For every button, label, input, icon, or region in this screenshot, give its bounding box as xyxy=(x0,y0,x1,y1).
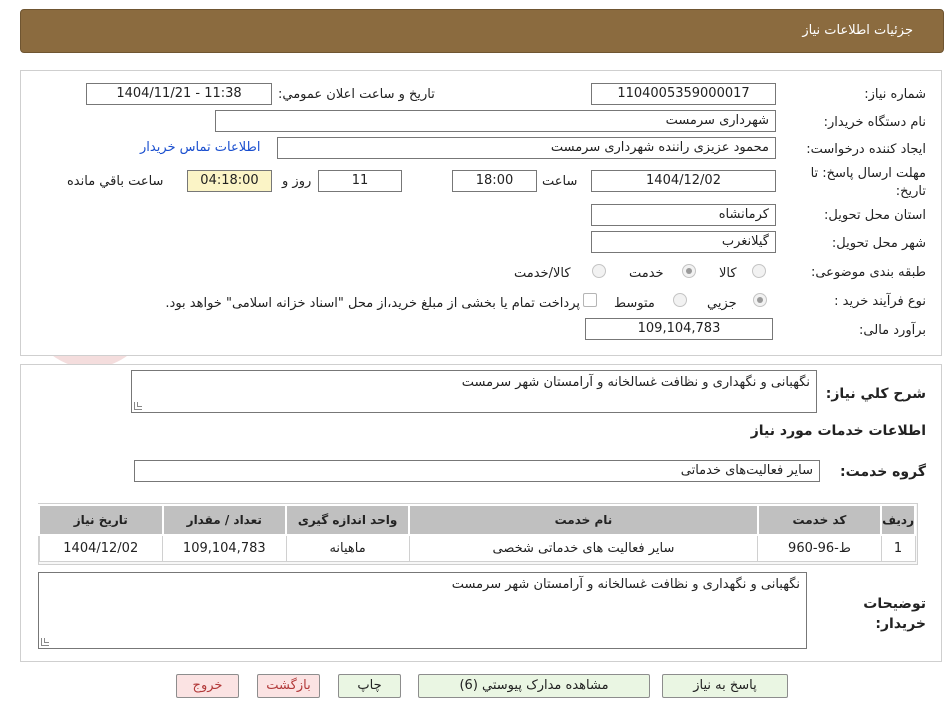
buyer-notes-text: نگهبانی و نگهداری و نظافت غسالخانه و آرا… xyxy=(451,577,800,592)
days-field: 11 xyxy=(318,170,402,192)
page-title: جزئیات اطلاعات نیاز xyxy=(802,23,913,38)
province-label: استان محل تحويل: xyxy=(824,208,926,223)
category-option-goods: کالا xyxy=(719,266,737,281)
announce-date-field: 1404/11/21 - 11:38 xyxy=(86,83,272,105)
category-radio-goods[interactable] xyxy=(752,264,766,278)
col-unit-header: واحد اندازه گيری xyxy=(285,504,411,536)
days-label: روز و xyxy=(282,174,312,189)
buyer-org-field: شهرداری سرمست xyxy=(215,110,776,132)
buyer-notes-textarea[interactable]: نگهبانی و نگهداری و نظافت غسالخانه و آرا… xyxy=(38,572,807,649)
process-label: نوع فرآيند خريد : xyxy=(834,294,926,309)
cell-unit: ماهیانه xyxy=(285,534,410,562)
process-option-minor: جزيي xyxy=(707,296,737,311)
city-field: گیلانغرب xyxy=(591,231,776,253)
buyer-contact-link[interactable]: اطلاعات تماس خريدار xyxy=(140,140,260,155)
announce-date-label: تاریخ و ساعت اعلان عمومي: xyxy=(278,87,435,102)
services-table: رديف کد خدمت نام خدمت واحد اندازه گيری ت… xyxy=(38,504,916,562)
col-row-header: رديف xyxy=(880,504,916,536)
service-group-label: گروه خدمت: xyxy=(840,464,926,480)
back-button[interactable]: بازگشت xyxy=(257,674,320,698)
remaining-time-field: 04:18:00 xyxy=(187,170,272,192)
service-group-field: ساير فعاليت‌های خدماتی xyxy=(134,460,820,482)
cell-name: سایر فعالیت های خدماتی شخصی xyxy=(408,534,759,562)
col-code-header: کد خدمت xyxy=(756,504,883,536)
services-section-title: اطلاعات خدمات مورد نياز xyxy=(750,423,926,439)
table-header-row: رديف کد خدمت نام خدمت واحد اندازه گيری ت… xyxy=(38,504,916,536)
category-radio-goods-service[interactable] xyxy=(592,264,606,278)
col-date-header: تاريخ نياز xyxy=(38,504,164,536)
buyer-notes-label: توضيحات خريدار: xyxy=(863,596,926,632)
treasury-payment-note: پرداخت تمام يا بخشی از مبلغ خريد،از محل … xyxy=(165,296,580,311)
requester-label: ايجاد کننده درخواست: xyxy=(806,142,926,157)
category-option-goods-service: کالا/خدمت xyxy=(514,266,571,281)
summary-label: شرح کلي نياز: xyxy=(825,386,926,402)
cell-row: 1 xyxy=(880,534,916,562)
process-radio-medium[interactable] xyxy=(673,293,687,307)
category-option-service: خدمت xyxy=(629,266,664,281)
need-number-label: شماره نیاز: xyxy=(864,87,926,102)
cell-date: 1404/12/02 xyxy=(38,534,163,562)
cell-qty: 109,104,783 xyxy=(162,534,287,562)
need-number-field: 1104005359000017 xyxy=(591,83,776,105)
treasury-payment-checkbox[interactable] xyxy=(583,293,597,307)
reply-button[interactable]: پاسخ به نياز xyxy=(662,674,788,698)
table-row: 1 ط-96-960 سایر فعالیت های خدماتی شخصی م… xyxy=(38,534,916,562)
city-label: شهر محل تحويل: xyxy=(831,236,926,251)
deadline-time-field: 18:00 xyxy=(452,170,537,192)
budget-label: برآورد مالی: xyxy=(859,323,926,338)
resize-grip-icon[interactable] xyxy=(41,638,49,646)
col-name-header: نام خدمت xyxy=(408,504,759,536)
summary-text: نگهبانی و نگهداری و نظافت غسالخانه و آرا… xyxy=(461,375,810,390)
deadline-time-label: ساعت xyxy=(542,174,578,189)
deadline-label: مهلت ارسال پاسخ: تا تاريخ: xyxy=(810,166,926,199)
resize-grip-icon[interactable] xyxy=(134,402,142,410)
deadline-date-field: 1404/12/02 xyxy=(591,170,776,192)
remaining-time-label: ساعت باقي مانده xyxy=(67,174,164,189)
cell-code: ط-96-960 xyxy=(757,534,882,562)
category-label: طبقه بندی موضوعی: xyxy=(810,265,926,280)
province-field: کرمانشاه xyxy=(591,204,776,226)
print-button[interactable]: چاپ xyxy=(338,674,401,698)
view-attachments-button[interactable]: مشاهده مدارک پيوستي (6) xyxy=(418,674,650,698)
buyer-org-label: نام دستگاه خريدار: xyxy=(823,115,926,130)
summary-textarea[interactable]: نگهبانی و نگهداری و نظافت غسالخانه و آرا… xyxy=(131,370,817,413)
page-header: جزئیات اطلاعات نیاز xyxy=(20,9,944,53)
budget-field: 109,104,783 xyxy=(585,318,773,340)
requester-field: محمود عزیزی راننده شهرداری سرمست xyxy=(277,137,776,159)
process-radio-minor[interactable] xyxy=(753,293,767,307)
category-radio-service[interactable] xyxy=(682,264,696,278)
process-option-medium: متوسط xyxy=(614,296,655,311)
exit-button[interactable]: خروج xyxy=(176,674,239,698)
col-qty-header: تعداد / مقدار xyxy=(161,504,288,536)
